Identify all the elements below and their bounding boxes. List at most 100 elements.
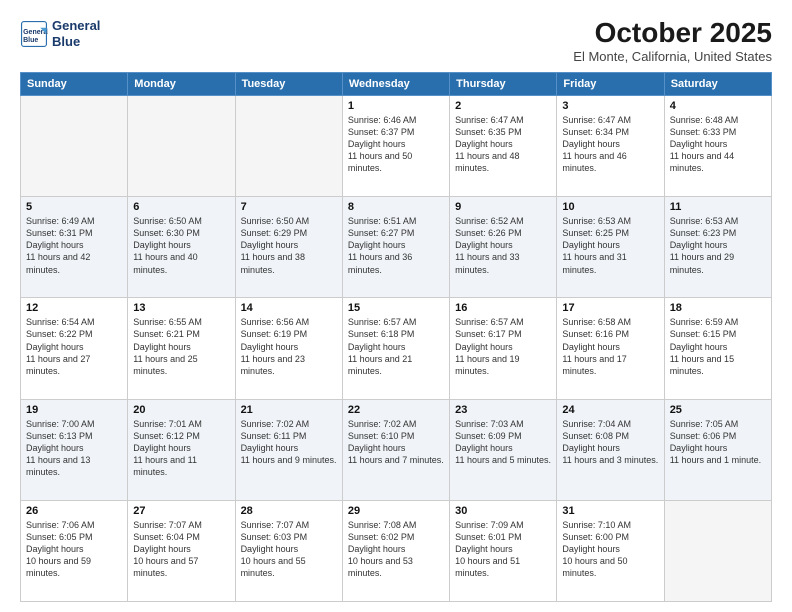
location: El Monte, California, United States xyxy=(573,49,772,64)
logo: General Blue General Blue xyxy=(20,18,100,49)
table-row: 26 Sunrise: 7:06 AMSunset: 6:05 PMDayligh… xyxy=(21,500,128,601)
col-thursday: Thursday xyxy=(450,72,557,95)
day-number: 9 xyxy=(455,201,551,213)
day-number: 5 xyxy=(26,201,122,213)
day-number: 14 xyxy=(241,302,337,314)
table-row xyxy=(21,95,128,196)
cell-text: Sunrise: 7:07 AMSunset: 6:04 PMDaylight … xyxy=(133,519,229,580)
cell-text: Sunrise: 6:49 AMSunset: 6:31 PMDaylight … xyxy=(26,215,122,276)
table-row: 15 Sunrise: 6:57 AMSunset: 6:18 PMDayligh… xyxy=(342,298,449,399)
day-number: 16 xyxy=(455,302,551,314)
table-row: 12 Sunrise: 6:54 AMSunset: 6:22 PMDayligh… xyxy=(21,298,128,399)
month-title: October 2025 xyxy=(573,18,772,49)
table-row: 3 Sunrise: 6:47 AMSunset: 6:34 PMDaylight… xyxy=(557,95,664,196)
cell-text: Sunrise: 7:07 AMSunset: 6:03 PMDaylight … xyxy=(241,519,337,580)
day-number: 27 xyxy=(133,505,229,517)
cell-text: Sunrise: 7:00 AMSunset: 6:13 PMDaylight … xyxy=(26,418,122,479)
table-row: 30 Sunrise: 7:09 AMSunset: 6:01 PMDayligh… xyxy=(450,500,557,601)
day-number: 30 xyxy=(455,505,551,517)
table-row: 25 Sunrise: 7:05 AMSunset: 6:06 PMDayligh… xyxy=(664,399,771,500)
logo-text: General Blue xyxy=(52,18,100,49)
table-row xyxy=(664,500,771,601)
calendar-week-row: 5 Sunrise: 6:49 AMSunset: 6:31 PMDaylight… xyxy=(21,197,772,298)
table-row xyxy=(128,95,235,196)
cell-text: Sunrise: 6:47 AMSunset: 6:35 PMDaylight … xyxy=(455,114,551,175)
table-row: 29 Sunrise: 7:08 AMSunset: 6:02 PMDayligh… xyxy=(342,500,449,601)
calendar-week-row: 19 Sunrise: 7:00 AMSunset: 6:13 PMDayligh… xyxy=(21,399,772,500)
cell-text: Sunrise: 7:09 AMSunset: 6:01 PMDaylight … xyxy=(455,519,551,580)
day-number: 1 xyxy=(348,100,444,112)
cell-text: Sunrise: 6:57 AMSunset: 6:18 PMDaylight … xyxy=(348,316,444,377)
cell-text: Sunrise: 7:02 AMSunset: 6:11 PMDaylight … xyxy=(241,418,337,467)
col-wednesday: Wednesday xyxy=(342,72,449,95)
cell-text: Sunrise: 6:59 AMSunset: 6:15 PMDaylight … xyxy=(670,316,766,377)
table-row: 20Sunrise: 7:01 AMSunset: 6:12 PMDayligh… xyxy=(128,399,235,500)
cell-text: Sunrise: 6:52 AMSunset: 6:26 PMDaylight … xyxy=(455,215,551,276)
col-tuesday: Tuesday xyxy=(235,72,342,95)
cell-text: Sunrise: 7:05 AMSunset: 6:06 PMDaylight … xyxy=(670,418,766,467)
calendar-body: 1 Sunrise: 6:46 AMSunset: 6:37 PMDaylight… xyxy=(21,95,772,601)
table-row: 21Sunrise: 7:02 AMSunset: 6:11 PMDayligh… xyxy=(235,399,342,500)
table-row: 5 Sunrise: 6:49 AMSunset: 6:31 PMDaylight… xyxy=(21,197,128,298)
table-row: 18 Sunrise: 6:59 AMSunset: 6:15 PMDayligh… xyxy=(664,298,771,399)
day-number: 20 xyxy=(133,404,229,416)
cell-text: Sunrise: 6:58 AMSunset: 6:16 PMDaylight … xyxy=(562,316,658,377)
logo-icon: General Blue xyxy=(20,20,48,48)
cell-text: Sunrise: 6:57 AMSunset: 6:17 PMDaylight … xyxy=(455,316,551,377)
cell-text: Sunrise: 7:02 AMSunset: 6:10 PMDaylight … xyxy=(348,418,444,467)
page: General Blue General Blue October 2025 E… xyxy=(0,0,792,612)
day-number: 3 xyxy=(562,100,658,112)
cell-text: Sunrise: 6:54 AMSunset: 6:22 PMDaylight … xyxy=(26,316,122,377)
day-number: 24 xyxy=(562,404,658,416)
day-number: 12 xyxy=(26,302,122,314)
table-row: 16 Sunrise: 6:57 AMSunset: 6:17 PMDayligh… xyxy=(450,298,557,399)
table-row: 11 Sunrise: 6:53 AMSunset: 6:23 PMDayligh… xyxy=(664,197,771,298)
day-number: 25 xyxy=(670,404,766,416)
cell-text: Sunrise: 7:03 AMSunset: 6:09 PMDaylight … xyxy=(455,418,551,467)
cell-text: Sunrise: 6:51 AMSunset: 6:27 PMDaylight … xyxy=(348,215,444,276)
cell-text: Sunrise: 6:46 AMSunset: 6:37 PMDaylight … xyxy=(348,114,444,175)
day-number: 7 xyxy=(241,201,337,213)
day-number: 22 xyxy=(348,404,444,416)
table-row: 4Sunrise: 6:48 AMSunset: 6:33 PMDaylight… xyxy=(664,95,771,196)
day-number: 26 xyxy=(26,505,122,517)
header: General Blue General Blue October 2025 E… xyxy=(20,18,772,64)
table-row: 2 Sunrise: 6:47 AMSunset: 6:35 PMDaylight… xyxy=(450,95,557,196)
table-row: 27 Sunrise: 7:07 AMSunset: 6:04 PMDayligh… xyxy=(128,500,235,601)
cell-text: Sunrise: 6:55 AMSunset: 6:21 PMDaylight … xyxy=(133,316,229,377)
day-number: 15 xyxy=(348,302,444,314)
table-row: 28Sunrise: 7:07 AMSunset: 6:03 PMDayligh… xyxy=(235,500,342,601)
day-number: 6 xyxy=(133,201,229,213)
cell-text: Sunrise: 7:08 AMSunset: 6:02 PMDaylight … xyxy=(348,519,444,580)
calendar-table: Sunday Monday Tuesday Wednesday Thursday… xyxy=(20,72,772,602)
day-number: 10 xyxy=(562,201,658,213)
cell-text: Sunrise: 6:56 AMSunset: 6:19 PMDaylight … xyxy=(241,316,337,377)
cell-text: Sunrise: 6:53 AMSunset: 6:23 PMDaylight … xyxy=(670,215,766,276)
cell-text: Sunrise: 6:47 AMSunset: 6:34 PMDaylight … xyxy=(562,114,658,175)
table-row: 14 Sunrise: 6:56 AMSunset: 6:19 PMDayligh… xyxy=(235,298,342,399)
cell-text: Sunrise: 6:50 AMSunset: 6:30 PMDaylight … xyxy=(133,215,229,276)
cell-text: Sunrise: 7:06 AMSunset: 6:05 PMDaylight … xyxy=(26,519,122,580)
day-number: 11 xyxy=(670,201,766,213)
cell-text: Sunrise: 7:10 AMSunset: 6:00 PMDaylight … xyxy=(562,519,658,580)
day-number: 31 xyxy=(562,505,658,517)
table-row xyxy=(235,95,342,196)
day-number: 23 xyxy=(455,404,551,416)
title-block: October 2025 El Monte, California, Unite… xyxy=(573,18,772,64)
table-row: 8 Sunrise: 6:51 AMSunset: 6:27 PMDaylight… xyxy=(342,197,449,298)
day-number: 8 xyxy=(348,201,444,213)
table-row: 22 Sunrise: 7:02 AMSunset: 6:10 PMDayligh… xyxy=(342,399,449,500)
calendar-week-row: 12 Sunrise: 6:54 AMSunset: 6:22 PMDayligh… xyxy=(21,298,772,399)
day-number: 19 xyxy=(26,404,122,416)
day-number: 18 xyxy=(670,302,766,314)
table-row: 24Sunrise: 7:04 AMSunset: 6:08 PMDayligh… xyxy=(557,399,664,500)
table-row: 23 Sunrise: 7:03 AMSunset: 6:09 PMDayligh… xyxy=(450,399,557,500)
svg-text:Blue: Blue xyxy=(23,36,38,43)
day-number: 17 xyxy=(562,302,658,314)
table-row: 1 Sunrise: 6:46 AMSunset: 6:37 PMDaylight… xyxy=(342,95,449,196)
day-number: 29 xyxy=(348,505,444,517)
col-friday: Friday xyxy=(557,72,664,95)
day-number: 2 xyxy=(455,100,551,112)
table-row: 13Sunrise: 6:55 AMSunset: 6:21 PMDayligh… xyxy=(128,298,235,399)
table-row: 19 Sunrise: 7:00 AMSunset: 6:13 PMDayligh… xyxy=(21,399,128,500)
